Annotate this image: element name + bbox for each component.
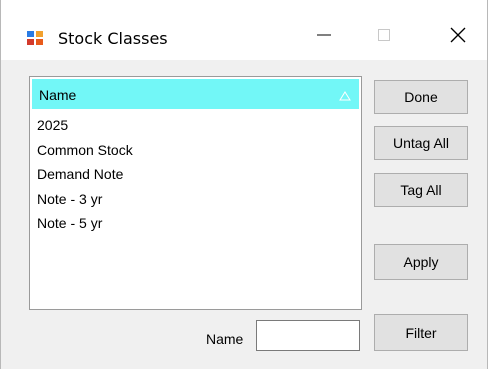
app-icon [26, 30, 44, 46]
stock-classes-list[interactable]: Name 2025 Common Stock Demand Note Note … [29, 76, 362, 310]
minimize-button[interactable] [298, 22, 350, 52]
stock-classes-window: Stock Classes Name 2025 Common Stock Dem… [0, 0, 488, 369]
title-bar[interactable]: Stock Classes [1, 0, 487, 60]
column-header-label: Name [39, 87, 77, 103]
list-item[interactable]: Common Stock [30, 142, 361, 167]
list-item[interactable]: Note - 5 yr [30, 215, 361, 240]
done-button[interactable]: Done [374, 80, 468, 114]
column-header-name[interactable]: Name [32, 79, 359, 109]
filter-button[interactable]: Filter [374, 314, 468, 351]
sort-ascending-icon [339, 88, 351, 101]
close-icon [450, 27, 466, 48]
maximize-button [358, 22, 410, 52]
minimize-icon [317, 28, 331, 47]
tag-all-button[interactable]: Tag All [374, 173, 468, 207]
list-item[interactable]: Demand Note [30, 166, 361, 191]
window-title: Stock Classes [58, 29, 168, 48]
name-filter-label: Name [206, 331, 244, 347]
list-rows: 2025 Common Stock Demand Note Note - 3 y… [30, 117, 361, 240]
apply-button[interactable]: Apply [374, 244, 468, 280]
untag-all-button[interactable]: Untag All [374, 126, 468, 160]
name-filter-input[interactable] [256, 320, 360, 351]
maximize-icon [377, 28, 391, 47]
list-item[interactable]: Note - 3 yr [30, 191, 361, 216]
list-item[interactable]: 2025 [30, 117, 361, 142]
close-button[interactable] [432, 22, 484, 52]
